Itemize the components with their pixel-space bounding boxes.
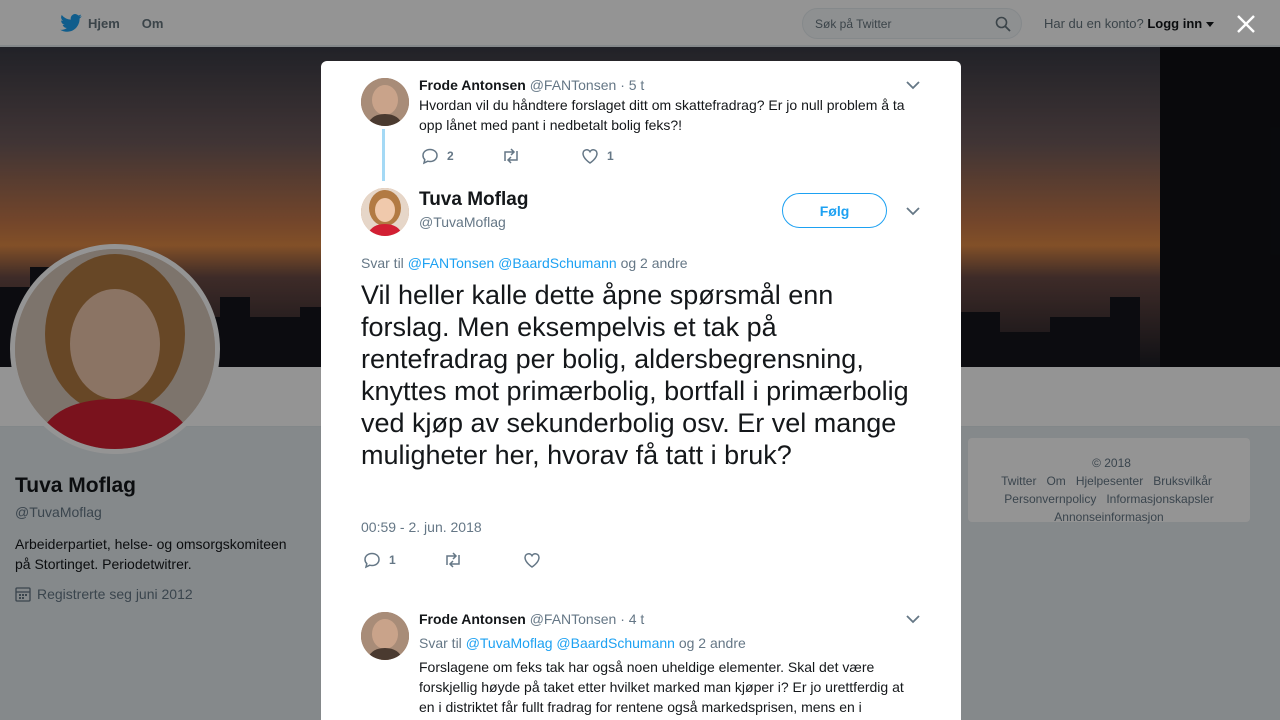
reply-icon: [422, 148, 438, 165]
tweet-actions: 1: [363, 551, 603, 569]
retweet-button[interactable]: [443, 551, 523, 569]
tweet-text: Hvordan vil du håndtere forslaget ditt o…: [419, 97, 905, 133]
reply-button[interactable]: 1: [363, 551, 443, 569]
tweet-modal: Frode Antonsen @FANTonsen · 5 t Hvordan …: [321, 61, 961, 720]
reply-context: Svar til @FANTonsen @BaardSchumann og 2 …: [361, 255, 688, 271]
main-tweet-author-handle: @TuvaMoflag: [419, 214, 506, 230]
tweet-author-name[interactable]: Tuva Moflag: [419, 189, 528, 210]
heart-icon: [582, 148, 598, 164]
tweet-time[interactable]: · 5 t: [620, 77, 644, 93]
like-button[interactable]: [523, 551, 603, 569]
reply-others[interactable]: og 2 andre: [621, 255, 688, 271]
avatar-image: [361, 612, 409, 660]
like-count: 1: [607, 149, 614, 163]
tweet-actions: 2 1: [421, 147, 661, 165]
mention-link[interactable]: @TuvaMoflag: [466, 635, 553, 651]
tweet-time[interactable]: · 4 t: [620, 611, 644, 627]
thread-line: [382, 129, 385, 181]
tweet-author-name[interactable]: Frode Antonsen: [419, 77, 526, 93]
avatar-image: [361, 188, 409, 236]
avatar[interactable]: [361, 78, 409, 126]
tweet-author-handle[interactable]: @FANTonsen: [530, 77, 617, 93]
close-icon[interactable]: [1232, 10, 1260, 38]
reply-prefix: Svar til: [361, 255, 404, 271]
reply-count: 1: [389, 553, 396, 567]
avatar-image: [361, 78, 409, 126]
tweet-author-handle[interactable]: @FANTonsen: [530, 611, 617, 627]
mention-link[interactable]: @BaardSchumann: [556, 635, 675, 651]
retweet-icon: [446, 552, 460, 568]
tweet-header: Frode Antonsen @FANTonsen · 4 t: [419, 611, 644, 627]
avatar[interactable]: [361, 612, 409, 660]
main-tweet-text: Vil heller kalle dette åpne spørsmål enn…: [361, 280, 909, 470]
tweet-menu-caret-icon[interactable]: [906, 206, 920, 216]
mention-link[interactable]: @FANTonsen: [408, 255, 495, 271]
heart-icon: [524, 552, 540, 568]
mention-link[interactable]: @BaardSchumann: [498, 255, 617, 271]
reply-prefix: Svar til: [419, 635, 462, 651]
main-tweet-author-name: Tuva Moflag: [419, 189, 528, 211]
like-button[interactable]: 1: [581, 147, 661, 165]
main-tweet-timestamp[interactable]: 00:59 - 2. jun. 2018: [361, 519, 482, 535]
retweet-icon: [504, 148, 518, 164]
tweet-author-handle[interactable]: @TuvaMoflag: [419, 214, 506, 230]
reply-context: Svar til @TuvaMoflag @BaardSchumann og 2…: [419, 635, 746, 651]
follow-button[interactable]: Følg: [782, 193, 887, 228]
tweet-menu-caret-icon[interactable]: [906, 80, 920, 90]
tweet-text: Forslagene om feks tak har også noen uhe…: [419, 659, 904, 715]
reply-icon: [364, 552, 380, 569]
retweet-button[interactable]: [501, 147, 581, 165]
tweet-author-name[interactable]: Frode Antonsen: [419, 611, 526, 627]
reply-button[interactable]: 2: [421, 147, 501, 165]
avatar[interactable]: [361, 188, 409, 236]
tweet-header: Frode Antonsen @FANTonsen · 5 t: [419, 77, 644, 93]
tweet-menu-caret-icon[interactable]: [906, 614, 920, 624]
reply-count: 2: [447, 149, 454, 163]
reply-others[interactable]: og 2 andre: [679, 635, 746, 651]
